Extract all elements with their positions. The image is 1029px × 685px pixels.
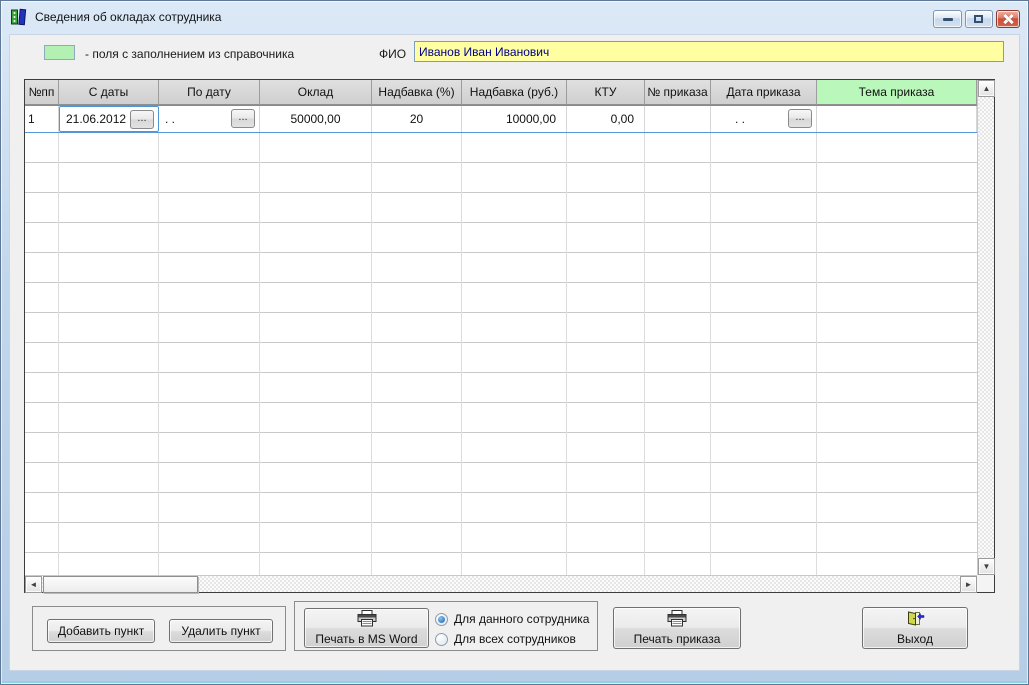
print-scope-radio-group: Для данного сотрудника Для всех сотрудни… <box>435 609 589 649</box>
radio-unselected-icon[interactable] <box>435 632 448 646</box>
legend-swatch <box>44 45 75 60</box>
window-title: Сведения об окладах сотрудника <box>35 10 222 24</box>
radio-current-employee[interactable]: Для данного сотрудника <box>435 609 589 629</box>
radio-current-employee-label: Для данного сотрудника <box>454 612 590 626</box>
cell-to-date[interactable]: . . ... <box>159 106 260 132</box>
scroll-up-button[interactable]: ▲ <box>978 80 995 97</box>
radio-all-employees[interactable]: Для всех сотрудников <box>435 629 589 649</box>
order-date-value: . . <box>735 112 746 126</box>
maximize-button[interactable] <box>965 10 993 28</box>
minimize-icon <box>942 18 953 21</box>
printer-icon <box>356 610 378 630</box>
table-row: 1 21.06.2012 ... . . ... 50000,00 20 100… <box>25 105 977 133</box>
close-icon <box>1003 14 1013 24</box>
cell-order-date[interactable]: . . ... <box>711 106 817 132</box>
add-item-button[interactable]: Добавить пункт <box>47 619 155 643</box>
scroll-right-button[interactable]: ► <box>960 576 977 593</box>
from-date-picker-button[interactable]: ... <box>130 110 154 129</box>
table-header-row: №пп С даты По дату Оклад Надбавка (%) На… <box>25 80 977 105</box>
column-header-num: №пп <box>25 80 59 105</box>
print-order-button[interactable]: Печать приказа <box>613 607 741 649</box>
scroll-left-icon: ◄ <box>29 580 38 589</box>
to-date-value: . . <box>165 112 176 126</box>
radio-all-employees-label: Для всех сотрудников <box>454 632 576 646</box>
column-header-salary: Оклад <box>260 80 372 105</box>
scroll-right-icon: ► <box>964 580 973 589</box>
vertical-scrollbar-track[interactable] <box>978 97 994 558</box>
vertical-scrollbar[interactable]: ▲ ▼ <box>977 80 995 575</box>
cell-order-number[interactable] <box>645 106 711 132</box>
print-order-label: Печать приказа <box>633 632 721 646</box>
order-date-picker-button[interactable]: ... <box>788 109 812 128</box>
print-word-label: Печать в MS Word <box>315 632 418 646</box>
printer-icon <box>666 610 688 630</box>
fio-label: ФИО <box>379 47 407 61</box>
scroll-up-icon: ▲ <box>982 84 991 93</box>
column-header-bonus-percent: Надбавка (%) <box>372 80 462 105</box>
horizontal-scrollbar-thumb[interactable] <box>43 576 198 593</box>
radio-selected-icon[interactable] <box>435 612 448 626</box>
close-button[interactable] <box>996 10 1020 28</box>
salary-table: №пп С даты По дату Оклад Надбавка (%) На… <box>24 79 995 593</box>
print-word-panel: Печать в MS Word Для данного сотрудника … <box>294 601 598 651</box>
scroll-down-button[interactable]: ▼ <box>978 558 995 575</box>
window: Сведения об окладах сотрудника - поля с … <box>0 0 1029 685</box>
exit-door-icon <box>905 610 925 630</box>
cell-num[interactable]: 1 <box>25 106 59 132</box>
maximize-icon <box>974 15 983 23</box>
column-header-from-date: С даты <box>59 80 159 105</box>
column-header-bonus-rub: Надбавка (руб.) <box>462 80 567 105</box>
exit-button[interactable]: Выход <box>862 607 968 649</box>
cell-salary[interactable]: 50000,00 <box>260 106 372 132</box>
from-date-value: 21.06.2012 <box>66 112 127 126</box>
cell-order-theme[interactable] <box>817 106 977 132</box>
column-header-ktu: КТУ <box>567 80 645 105</box>
horizontal-scrollbar[interactable]: ◄ ► <box>25 575 977 593</box>
delete-item-button[interactable]: Удалить пункт <box>169 619 273 643</box>
to-date-picker-button[interactable]: ... <box>231 109 255 128</box>
legend-label: - поля с заполнением из справочника <box>85 47 295 61</box>
column-header-order-number: № приказа <box>645 80 711 105</box>
exit-label: Выход <box>897 632 933 646</box>
cell-ktu[interactable]: 0,00 <box>567 106 645 132</box>
row-actions-panel: Добавить пункт Удалить пункт <box>32 606 286 651</box>
column-header-order-theme: Тема приказа <box>817 80 977 105</box>
titlebar[interactable]: Сведения об окладах сотрудника <box>1 1 1028 34</box>
scroll-left-button[interactable]: ◄ <box>25 576 42 593</box>
books-icon <box>10 8 30 26</box>
column-header-to-date: По дату <box>159 80 260 105</box>
column-header-order-date: Дата приказа <box>711 80 817 105</box>
cell-from-date[interactable]: 21.06.2012 ... <box>59 106 159 132</box>
fio-input[interactable] <box>414 41 1004 62</box>
scroll-down-icon: ▼ <box>982 562 991 571</box>
cell-bonus-percent[interactable]: 20 <box>372 106 462 132</box>
print-word-button[interactable]: Печать в MS Word <box>304 608 429 648</box>
cell-bonus-rub[interactable]: 10000,00 <box>462 106 567 132</box>
minimize-button[interactable] <box>933 10 962 28</box>
empty-grid-rows <box>25 133 977 575</box>
scrollbar-corner <box>977 575 994 592</box>
